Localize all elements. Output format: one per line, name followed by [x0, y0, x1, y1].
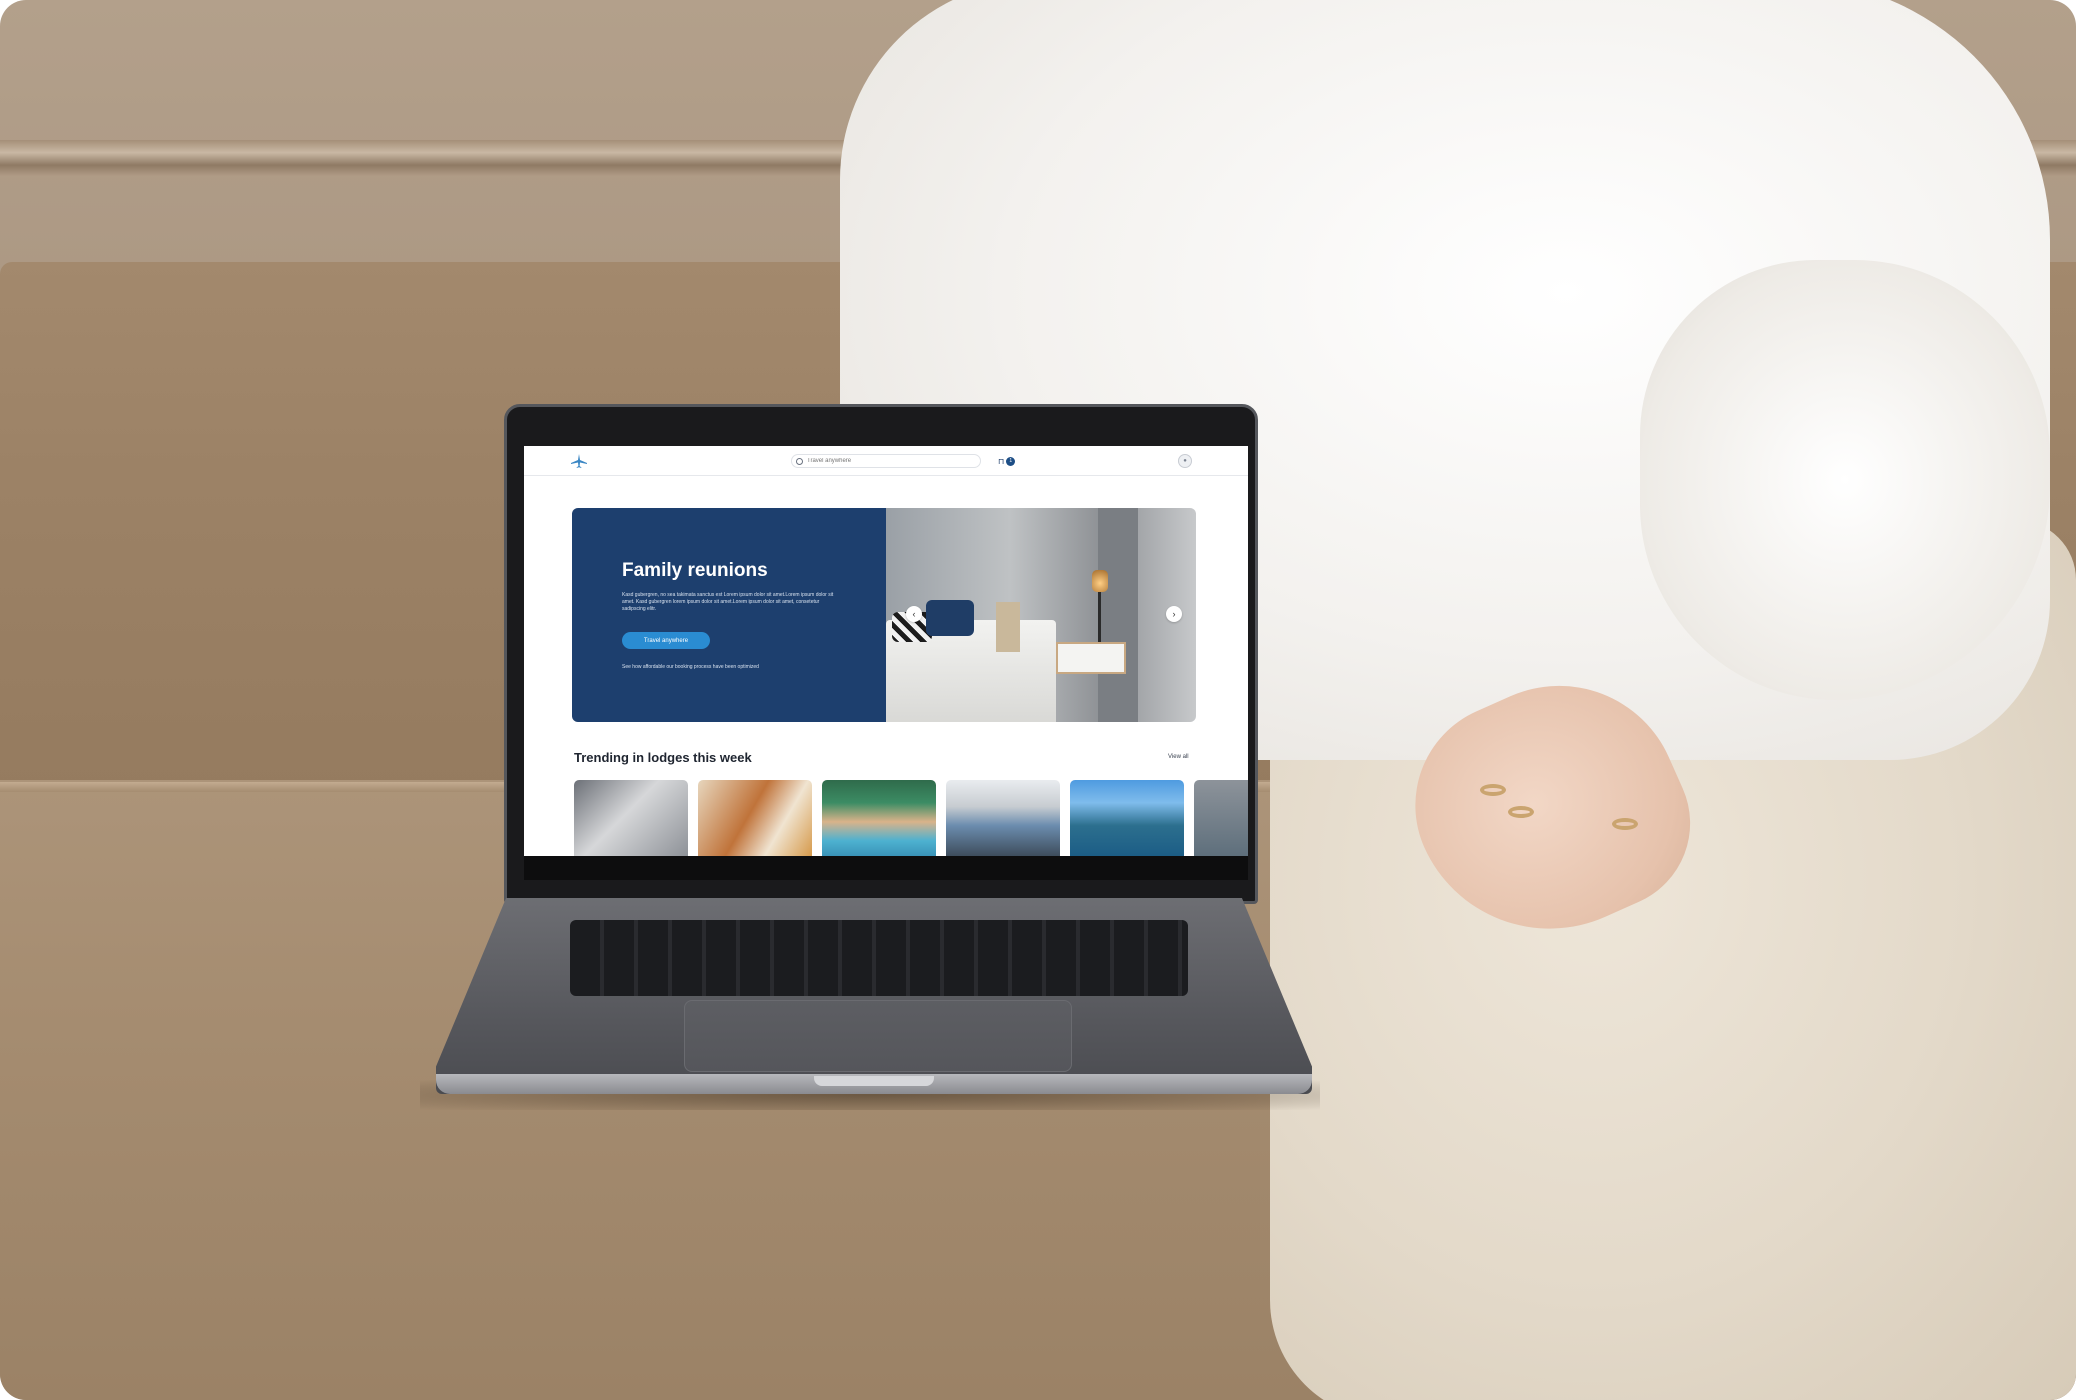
ring-icon [1480, 784, 1506, 796]
lodge-card[interactable] [1194, 780, 1248, 856]
search-icon [796, 457, 803, 465]
hero-doorway [1098, 508, 1138, 722]
laptop-keyboard [570, 920, 1188, 996]
hero-title: Family reunions [622, 560, 768, 581]
search-bar[interactable] [791, 454, 981, 468]
photo-scene: ⊓ 1 ● Family reunions Kasd gubergren, no… [0, 0, 2076, 1400]
ring-icon [1508, 806, 1534, 818]
hero-panel: Family reunions Kasd gubergren, no sea t… [572, 508, 886, 722]
carousel-next-button[interactable]: › [1166, 606, 1182, 622]
ring-icon [1612, 818, 1638, 830]
lodge-card[interactable] [1070, 780, 1184, 856]
cart-button[interactable]: ⊓ 1 [998, 455, 1018, 467]
hero-lamp-stand [1098, 590, 1101, 642]
person-sleeve [1640, 260, 2050, 700]
lodge-card[interactable] [574, 780, 688, 856]
screen-bezel-bottom [524, 856, 1248, 880]
view-all-link[interactable]: View all [1168, 754, 1189, 760]
cart-icon: ⊓ [998, 456, 1005, 466]
lodge-card[interactable] [698, 780, 812, 856]
user-avatar-icon[interactable]: ● [1178, 454, 1192, 468]
hero-carousel: Family reunions Kasd gubergren, no sea t… [572, 508, 1196, 722]
hero-bedroom-image [886, 508, 1196, 722]
trending-lodges-list [574, 780, 1248, 856]
search-input[interactable] [807, 458, 957, 464]
laptop-notch [814, 1076, 934, 1086]
top-navbar: ⊓ 1 ● [524, 446, 1248, 476]
hero-footnote: See how affordable our booking process h… [622, 664, 759, 670]
hero-pillow-navy [926, 600, 974, 636]
hero-nightstand [1056, 642, 1126, 674]
carousel-prev-button[interactable]: ‹ [906, 606, 922, 622]
travel-anywhere-button[interactable]: Travel anywhere [622, 632, 710, 649]
chevron-left-icon: ‹ [912, 609, 916, 619]
hero-description: Kasd gubergren, no sea takimata sanctus … [622, 592, 834, 612]
lodge-card[interactable] [946, 780, 1060, 856]
cart-count-badge: 1 [1006, 456, 1016, 466]
trending-section-title: Trending in lodges this week [574, 750, 752, 765]
hero-headboard [996, 602, 1020, 652]
hero-lamp [1092, 570, 1108, 592]
lodge-card[interactable] [822, 780, 936, 856]
laptop-screen: ⊓ 1 ● Family reunions Kasd gubergren, no… [524, 446, 1248, 856]
chevron-right-icon: › [1172, 609, 1176, 619]
airplane-logo-icon[interactable] [570, 454, 588, 468]
laptop-trackpad [684, 1000, 1072, 1072]
